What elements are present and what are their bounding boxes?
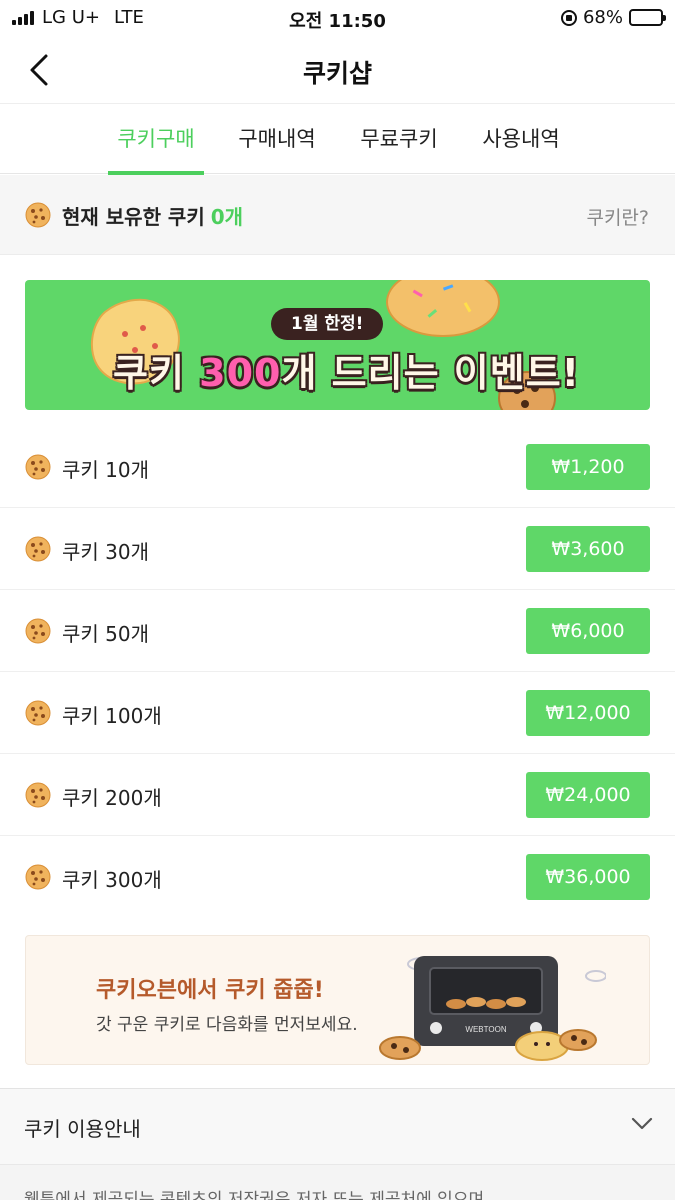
product-row: 쿠키 100개 ₩12,000 [0, 672, 675, 754]
event-title-prefix: 쿠키 [113, 351, 200, 395]
tab-usage-history[interactable]: 사용내역 [474, 104, 568, 174]
tab-cookie-purchase[interactable]: 쿠키구매 [108, 104, 204, 175]
cookie-icon [25, 618, 51, 644]
event-badge: 1월 한정! [271, 308, 384, 340]
product-name: 쿠키 30개 [62, 540, 150, 564]
buy-button[interactable]: ₩24,000 [526, 772, 650, 818]
event-banner[interactable]: 1월 한정! 쿠키 300개 드리는 이벤트! [25, 280, 650, 410]
cookie-icon [25, 454, 51, 480]
product-name: 쿠키 100개 [62, 704, 162, 728]
cookie-help-link[interactable]: 쿠키란? [586, 203, 649, 230]
product-row: 쿠키 300개 ₩36,000 [0, 836, 675, 918]
product-name: 쿠키 200개 [62, 786, 162, 810]
info-text: 웹툰에서 제공되는 콘텐츠의 저작권은 저자 또는 제공처에 있으며 [24, 1190, 485, 1200]
product-name: 쿠키 10개 [62, 458, 150, 482]
event-title-suffix: 개 드리는 이벤트! [281, 351, 580, 395]
battery-percent: 68% [582, 7, 623, 28]
status-right: 68% [560, 7, 666, 28]
oven-banner-title: 쿠키오븐에서 쿠키 줍줍! [96, 978, 324, 1003]
product-row: 쿠키 50개 ₩6,000 [0, 590, 675, 672]
battery-icon [629, 9, 666, 26]
buy-button[interactable]: ₩3,600 [526, 526, 650, 572]
cookie-icon [25, 202, 51, 228]
info-title: 쿠키 이용안내 [24, 1117, 141, 1141]
rotation-lock-icon [560, 9, 577, 26]
product-name: 쿠키 50개 [62, 622, 150, 646]
product-list: 쿠키 10개 ₩1,200 쿠키 30개 ₩3,600 쿠키 50개 ₩6,00… [0, 426, 675, 918]
buy-button[interactable]: ₩12,000 [526, 690, 650, 736]
chevron-down-icon [631, 1117, 653, 1130]
product-row: 쿠키 200개 ₩24,000 [0, 754, 675, 836]
cookie-icon [25, 864, 51, 890]
product-name: 쿠키 300개 [62, 868, 162, 892]
balance-text: 현재 보유한 쿠키 [62, 205, 205, 229]
balance-bar: 현재 보유한 쿠키 0개 쿠키란? [0, 175, 675, 255]
info-accordion-header[interactable]: 쿠키 이용안내 [0, 1089, 675, 1165]
info-section: 쿠키 이용안내 웹툰에서 제공되는 콘텐츠의 저작권은 저자 또는 제공처에 있… [0, 1088, 675, 1200]
cookie-oven-banner[interactable]: 쿠키오븐에서 쿠키 줍줍! 갓 구운 쿠키로 다음화를 먼저보세요. WEBTO… [25, 935, 650, 1065]
oven-banner-subtitle: 갓 구운 쿠키로 다음화를 먼저보세요. [96, 1015, 358, 1035]
buy-button[interactable]: ₩36,000 [526, 854, 650, 900]
event-title-highlight: 300 [199, 351, 282, 395]
buy-button[interactable]: ₩1,200 [526, 444, 650, 490]
tab-free-cookie[interactable]: 무료쿠키 [352, 104, 446, 174]
tab-bar: 쿠키구매 구매내역 무료쿠키 사용내역 [0, 104, 675, 175]
tab-purchase-history[interactable]: 구매내역 [230, 104, 324, 174]
page-title: 쿠키샵 [302, 59, 372, 88]
oven-brand: WEBTOON [465, 1025, 506, 1034]
cookie-icon [25, 782, 51, 808]
balance-count: 0개 [210, 205, 244, 229]
event-title: 쿠키 300개 드리는 이벤트! [113, 342, 580, 397]
toaster-oven-icon: WEBTOON [379, 956, 606, 1061]
cookie-icon [25, 700, 51, 726]
buy-button[interactable]: ₩6,000 [526, 608, 650, 654]
status-bar: LG U+ LTE 오전 11:50 68% [0, 0, 675, 36]
balance-label: 현재 보유한 쿠키 0개 [62, 201, 243, 230]
product-row: 쿠키 10개 ₩1,200 [0, 426, 675, 508]
product-row: 쿠키 30개 ₩3,600 [0, 508, 675, 590]
sprinkle-cookie-icon [386, 280, 500, 337]
nav-bar: 쿠키샵 [0, 36, 675, 104]
cookie-icon [25, 536, 51, 562]
